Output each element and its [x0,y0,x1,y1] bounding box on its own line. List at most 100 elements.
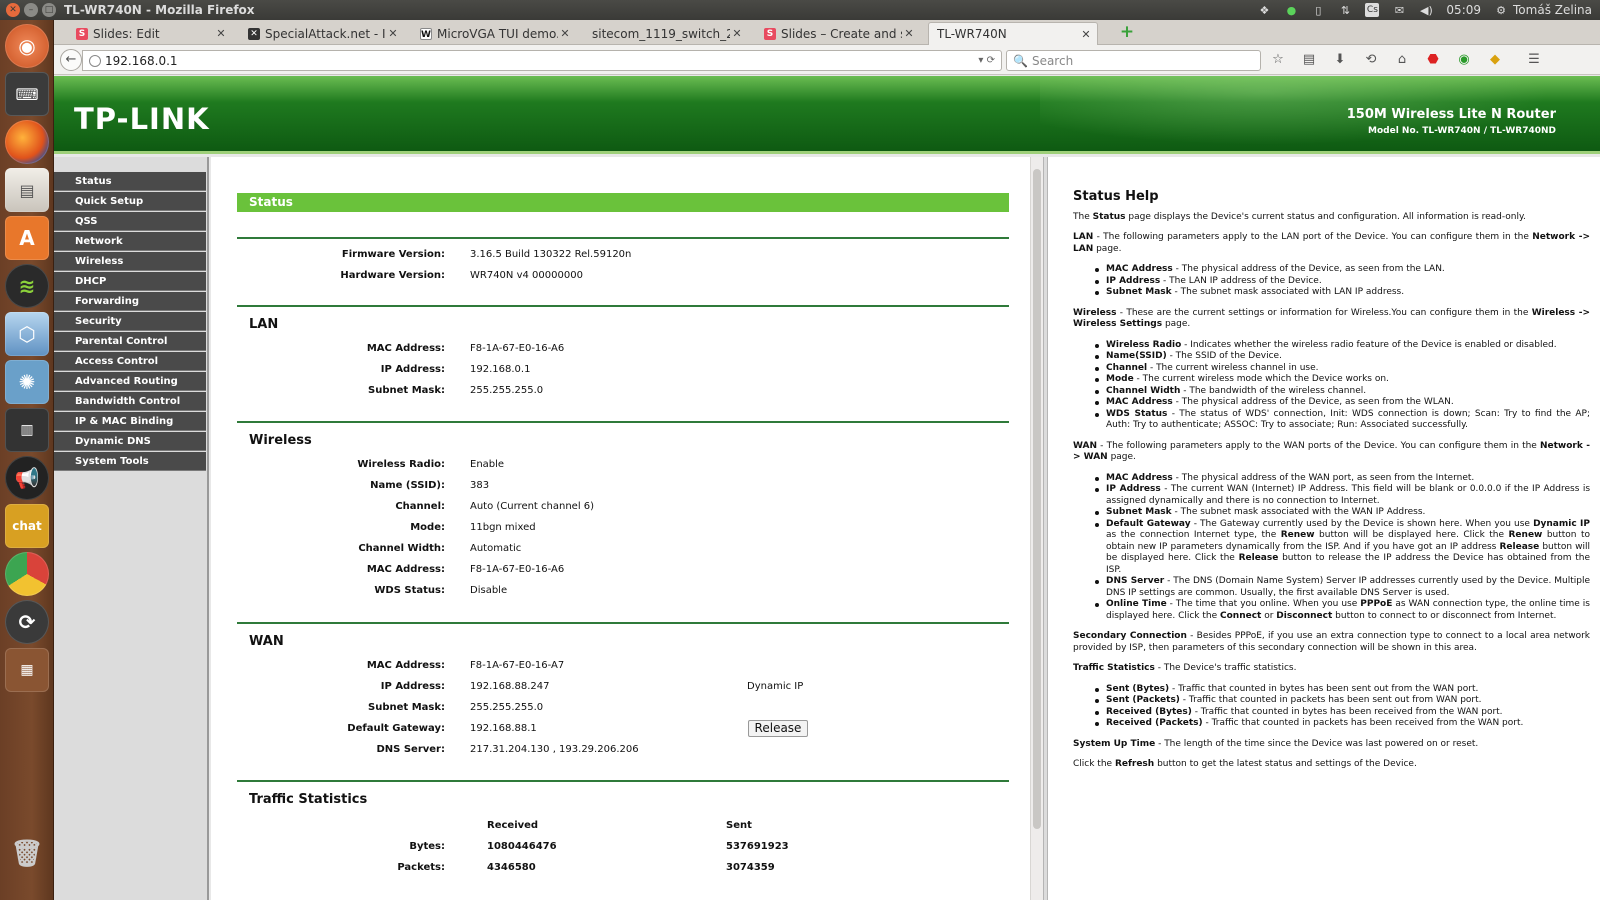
divider [237,780,1009,782]
chrome-icon[interactable] [5,552,49,596]
menu-item-status[interactable]: Status [54,172,206,191]
url-dropdown-icon[interactable]: ▾ ⟳ [978,55,995,66]
lan-ip-label: IP Address: [380,364,445,375]
mail-icon[interactable]: ✉ [1392,3,1406,17]
lan-mac-value: F8-1A-67-E0-16-A6 [470,343,565,354]
release-button[interactable]: Release [748,720,808,737]
bookmark-star-icon[interactable]: ☆ [1269,51,1287,69]
settings-gear-icon[interactable]: ⚙ [1494,3,1508,17]
ubuntu-dash-icon[interactable]: ◉ [5,24,49,68]
menu-item-access-control[interactable]: Access Control [54,352,206,371]
download-icon[interactable]: ⬇ [1331,51,1349,69]
wan-section-title: WAN [249,634,284,649]
workspaces-icon[interactable]: ▦ [5,648,49,692]
spotify-icon[interactable]: ≋ [5,264,49,308]
pinwheel-icon[interactable]: ✺ [5,360,49,404]
model-title: 150M Wireless Lite N Router [1346,107,1556,122]
close-icon[interactable]: ✕ [558,27,572,40]
wan-mask-value: 255.255.255.0 [470,702,544,713]
bytes-sent-value: 537691923 [726,841,789,852]
help-wireless: Wireless - These are the current setting… [1073,307,1590,330]
dropbox-icon[interactable]: ❖ [1257,3,1271,17]
keyboard-icon[interactable]: ⌨ [5,72,49,116]
menu-item-system-tools[interactable]: System Tools [54,452,206,471]
tab-slides-create[interactable]: S Slides – Create and s... ✕ [756,22,920,45]
files-icon[interactable]: ▤ [5,168,49,212]
hangouts-icon[interactable]: ● [1284,3,1298,17]
clock[interactable]: 05:09 [1446,3,1481,17]
megaphone-icon[interactable]: 📢 [5,456,49,500]
menu-item-network[interactable]: Network [54,232,206,251]
sent-header: Sent [726,820,752,831]
lan-mask-label: Subnet Mask: [368,385,445,396]
menu-item-dynamic-dns[interactable]: Dynamic DNS [54,432,206,451]
network-transfer-icon[interactable]: ⇅ [1338,3,1352,17]
equalizer-icon[interactable]: ▥ [5,408,49,452]
volume-icon[interactable]: ◀) [1419,3,1433,17]
chat-icon[interactable]: chat [5,504,49,548]
new-tab-button[interactable]: + [1119,24,1135,41]
search-input[interactable] [1031,53,1252,68]
update-icon[interactable]: ⟳ [5,600,49,644]
tab-sitecom[interactable]: sitecom_1119_switch_2... ✕ [584,22,748,45]
url-bar[interactable]: 192.168.0.1 ▾ ⟳ [82,50,1002,71]
home-icon[interactable]: ⌂ [1393,51,1411,69]
menu-item-forwarding[interactable]: Forwarding [54,292,206,311]
wds-status-label: WDS Status: [374,585,445,596]
scrollbar-thumb[interactable] [1033,169,1041,829]
wan-ip-value: 192.168.88.247 [470,681,550,692]
user-name[interactable]: Tomáš Zelina [1513,3,1592,17]
wireless-mac-label: MAC Address: [366,564,445,575]
extension-green-icon[interactable]: ◉ [1455,51,1473,69]
url-text[interactable]: 192.168.0.1 [105,54,978,68]
menu-item-wireless[interactable]: Wireless [54,252,206,271]
window-maximize-button[interactable]: □ [42,3,56,17]
menu-item-parental-control[interactable]: Parental Control [54,332,206,351]
software-center-icon[interactable]: A [5,216,49,260]
help-title: Status Help [1073,189,1159,204]
help-uptime: System Up Time - The length of the time … [1073,738,1479,749]
search-bar[interactable]: 🔍 [1006,50,1261,71]
slides-favicon-icon: S [76,27,88,40]
extension-color-icon[interactable]: ◆ [1486,51,1504,69]
close-icon[interactable]: ✕ [730,27,744,40]
help-wan: WAN - The following parameters apply to … [1073,440,1590,463]
menu-item-ip-mac-binding[interactable]: IP & MAC Binding [54,412,206,431]
browser-tab-bar: S Slides: Edit ✕ ✕ SpecialAttack.net - I… [54,20,1600,45]
menu-item-qss[interactable]: QSS [54,212,206,231]
help-lan-list: MAC Address - The physical address of th… [1095,264,1590,299]
adblock-icon[interactable]: ⬣ [1424,51,1442,69]
menu-hamburger-icon[interactable]: ☰ [1525,51,1543,69]
window-close-button[interactable]: ✕ [6,3,20,17]
main-scrollbar[interactable] [1030,157,1043,900]
back-button[interactable]: ← [60,49,82,71]
phone-icon[interactable]: ▯ [1311,3,1325,17]
close-icon[interactable]: ✕ [1079,28,1093,41]
dns-value: 217.31.204.130 , 193.29.206.206 [470,744,639,755]
tab-microvga[interactable]: W MicroVGA TUI demo... ✕ [412,22,576,45]
tab-specialattack[interactable]: ✕ SpecialAttack.net - I... ✕ [240,22,404,45]
wan-mac-label: MAC Address: [366,660,445,671]
reading-list-icon[interactable]: ▤ [1300,51,1318,69]
sync-icon[interactable]: ⟲ [1362,51,1380,69]
window-minimize-button[interactable]: – [24,3,38,17]
tab-slides-edit[interactable]: S Slides: Edit ✕ [68,22,232,45]
menu-item-dhcp[interactable]: DHCP [54,272,206,291]
received-header: Received [487,820,539,831]
firefox-icon[interactable] [5,120,49,164]
close-icon[interactable]: ✕ [902,27,916,40]
close-icon[interactable]: ✕ [386,27,400,40]
trash-icon[interactable]: 🗑 [5,832,49,876]
search-icon: 🔍 [1013,53,1028,68]
menu-item-security[interactable]: Security [54,312,206,331]
tab-tl-wr740n[interactable]: TL-WR740N ✕ [928,22,1098,45]
close-icon[interactable]: ✕ [214,27,228,40]
unity-launcher: ◉ ⌨ ▤ A ≋ ⬡ ✺ ▥ 📢 chat ⟳ ▦ 🗑 [0,20,54,900]
menu-item-bandwidth-control[interactable]: Bandwidth Control [54,392,206,411]
keyboard-layout-icon[interactable]: Cs [1365,3,1380,17]
menu-item-advanced-routing[interactable]: Advanced Routing [54,372,206,391]
wireless-radio-label: Wireless Radio: [357,459,445,470]
virtualbox-icon[interactable]: ⬡ [5,312,49,356]
bytes-label: Bytes: [409,841,445,852]
menu-item-quick-setup[interactable]: Quick Setup [54,192,206,211]
